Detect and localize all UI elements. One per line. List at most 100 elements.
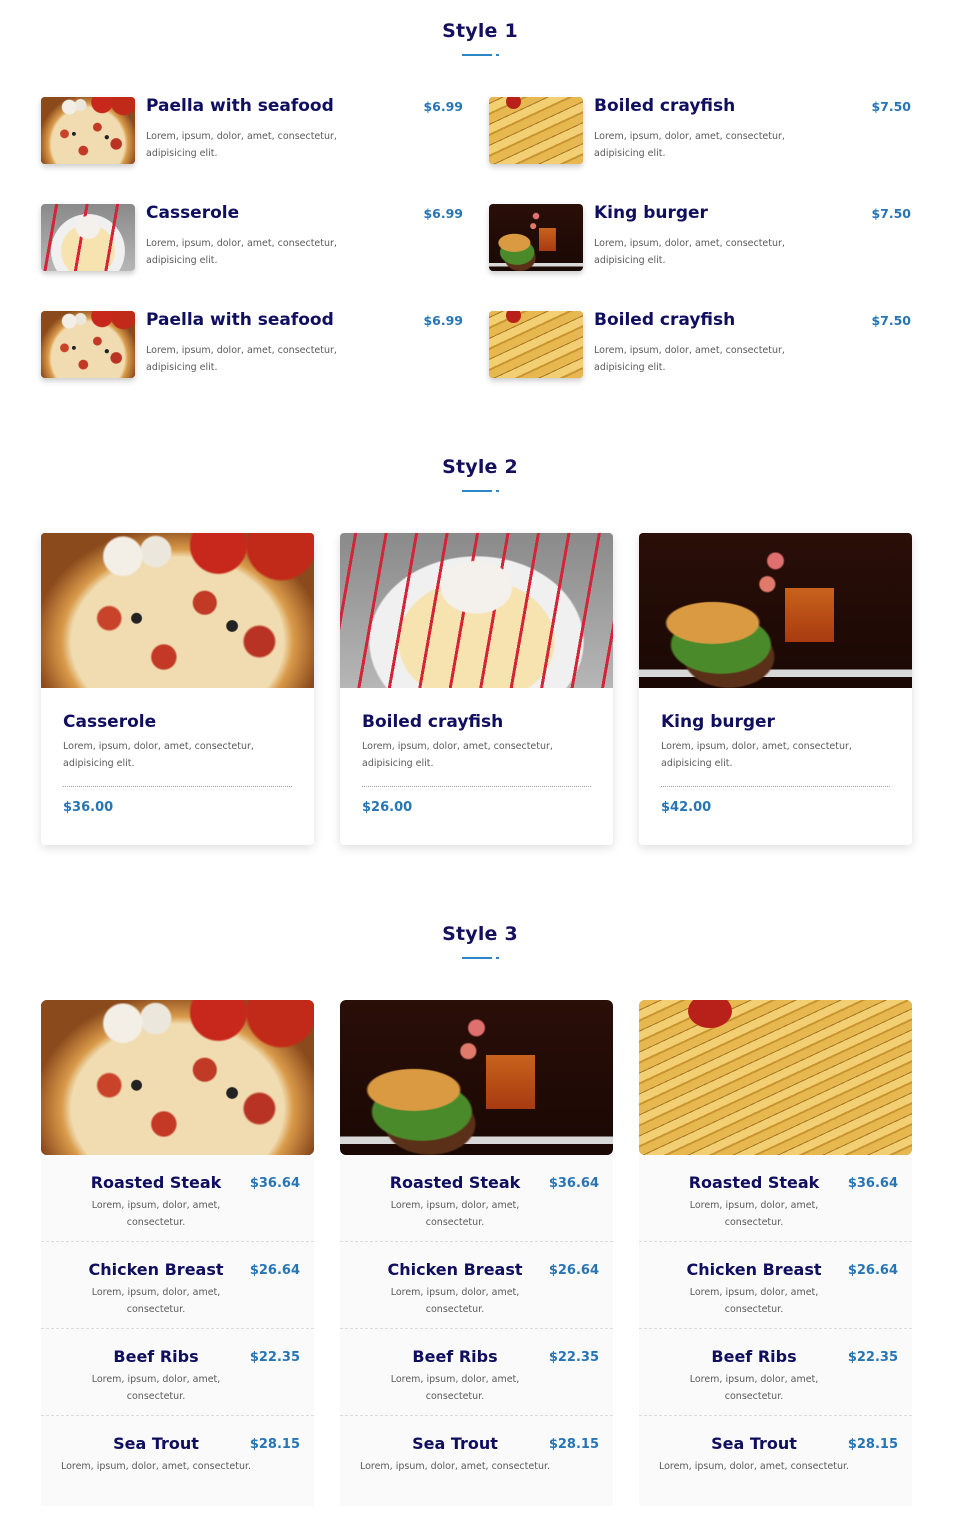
fries-illustration — [639, 1000, 912, 1155]
menu-column: Roasted Steak $36.64 Lorem, ipsum, dolor, … — [340, 1000, 613, 1506]
food-image — [340, 1000, 613, 1155]
style-2-card-list: Casserole Lorem, ipsum, dolor, amet, cons… — [41, 533, 912, 845]
item-name: Sea Trout — [113, 1434, 199, 1453]
menu-item[interactable]: Sea Trout $28.15 Lorem, ipsum, dolor, amet… — [340, 1416, 613, 1503]
item-price: $36.64 — [847, 1176, 898, 1191]
item-price: $22.35 — [847, 1350, 898, 1365]
menu-item[interactable]: Chicken Breast $26.64 Lorem, ipsum, dolor,… — [639, 1242, 912, 1329]
menu-item[interactable]: Boiled crayfish $7.50 Lorem, ipsum, dolor,… — [489, 311, 911, 378]
food-image — [489, 311, 583, 378]
item-description: Lorem, ipsum, dolor, amet, consectetur. — [390, 1200, 520, 1228]
pizza-illustration — [41, 97, 135, 164]
item-description: Lorem, ipsum, dolor, amet, consectetur. — [689, 1374, 819, 1402]
item-description: Lorem, ipsum, dolor, amet, consectetur. — [658, 1461, 850, 1472]
menu-item[interactable]: Chicken Breast $26.64 Lorem, ipsum, dolor,… — [41, 1242, 314, 1329]
item-price: $28.15 — [847, 1437, 898, 1452]
item-price: $26.00 — [362, 800, 413, 815]
item-price: $6.99 — [423, 99, 463, 114]
item-description: Lorem, ipsum, dolor, amet, consectetur, … — [362, 741, 553, 769]
fries-illustration — [489, 311, 583, 378]
food-image — [41, 1000, 314, 1155]
menu-item[interactable]: Roasted Steak $36.64 Lorem, ipsum, dolor, … — [41, 1155, 314, 1242]
pizza-illustration — [41, 311, 135, 378]
item-name: Casserole — [63, 712, 157, 732]
item-price: $36.64 — [249, 1176, 300, 1191]
item-name: Sea Trout — [711, 1434, 797, 1453]
pizza-illustration — [41, 1000, 314, 1155]
section-title: Style 2 — [442, 456, 518, 478]
item-name: Paella with seafood — [146, 310, 334, 330]
item-price: $26.64 — [847, 1263, 898, 1278]
menu-item[interactable]: King burger $7.50 Lorem, ipsum, dolor, ame… — [489, 204, 911, 271]
item-price: $36.00 — [63, 800, 114, 815]
item-description: Lorem, ipsum, dolor, amet, consectetur. — [689, 1200, 819, 1228]
style-1-menu-list: Paella with seafood $6.99 Lorem, ipsum, do… — [41, 97, 911, 378]
food-image — [639, 533, 912, 688]
item-price: $22.35 — [249, 1350, 300, 1365]
menu-column: Roasted Steak $36.64 Lorem, ipsum, dolor, … — [41, 1000, 314, 1506]
menu-item[interactable]: Beef Ribs $22.35 Lorem, ipsum, dolor, amet… — [340, 1329, 613, 1416]
style-3-section: Style 3 Roasted Steak $36.64 Lorem, ipsum,… — [0, 923, 960, 1506]
menu-item[interactable]: Paella with seafood $6.99 Lorem, ipsum, do… — [41, 311, 463, 378]
menu-item[interactable]: Boiled crayfish $7.50 Lorem, ipsum, dolor,… — [489, 97, 911, 164]
section-title: Style 3 — [442, 923, 518, 945]
section-title: Style 1 — [442, 20, 518, 42]
item-description: Lorem, ipsum, dolor, amet, consectetur. — [390, 1287, 520, 1315]
item-price: $7.50 — [871, 313, 911, 328]
menu-item[interactable]: Beef Ribs $22.35 Lorem, ipsum, dolor, amet… — [41, 1329, 314, 1416]
item-description: Lorem, ipsum, dolor, amet, consectetur, … — [594, 131, 785, 159]
menu-item-list: Roasted Steak $36.64 Lorem, ipsum, dolor, … — [639, 1155, 912, 1506]
menu-item[interactable]: Paella with seafood $6.99 Lorem, ipsum, do… — [41, 97, 463, 164]
fries-illustration — [489, 97, 583, 164]
food-image — [41, 533, 314, 688]
burger-illustration — [489, 204, 583, 271]
menu-item[interactable]: Sea Trout $28.15 Lorem, ipsum, dolor, amet… — [639, 1416, 912, 1503]
item-price: $42.00 — [661, 800, 712, 815]
menu-card[interactable]: Casserole Lorem, ipsum, dolor, amet, cons… — [41, 533, 314, 845]
item-price: $36.64 — [548, 1176, 599, 1191]
item-description: Lorem, ipsum, dolor, amet, consectetur. — [359, 1461, 551, 1472]
item-name: King burger — [594, 203, 708, 223]
menu-item[interactable]: Chicken Breast $26.64 Lorem, ipsum, dolor,… — [340, 1242, 613, 1329]
menu-item[interactable]: Sea Trout $28.15 Lorem, ipsum, dolor, amet… — [41, 1416, 314, 1503]
menu-item[interactable]: Casserole $6.99 Lorem, ipsum, dolor, amet,… — [41, 204, 463, 271]
menu-item-list: Roasted Steak $36.64 Lorem, ipsum, dolor, … — [340, 1155, 613, 1506]
dessert-illustration — [340, 533, 613, 688]
item-name: Roasted Steak — [688, 1173, 820, 1192]
style-3-column-list: Roasted Steak $36.64 Lorem, ipsum, dolor, … — [41, 1000, 912, 1506]
burger-illustration — [639, 533, 912, 688]
item-price: $6.99 — [423, 313, 463, 328]
title-underline — [0, 957, 960, 959]
item-price: $28.15 — [548, 1437, 599, 1452]
food-image — [639, 1000, 912, 1155]
menu-item[interactable]: Roasted Steak $36.64 Lorem, ipsum, dolor, … — [639, 1155, 912, 1242]
item-price: $22.35 — [548, 1350, 599, 1365]
item-description: Lorem, ipsum, dolor, amet, consectetur. — [689, 1287, 819, 1315]
item-name: Roasted Steak — [90, 1173, 222, 1192]
item-name: King burger — [661, 712, 775, 732]
menu-page: Style 1 Paella with seafood $6.99 Lorem, i… — [0, 0, 960, 1533]
food-image — [41, 311, 135, 378]
burger-illustration — [340, 1000, 613, 1155]
item-description: Lorem, ipsum, dolor, amet, consectetur, … — [594, 238, 785, 266]
item-name: Chicken Breast — [88, 1260, 224, 1279]
item-name: Boiled crayfish — [362, 712, 504, 732]
menu-column: Roasted Steak $36.64 Lorem, ipsum, dolor, … — [639, 1000, 912, 1506]
item-description: Lorem, ipsum, dolor, amet, consectetur, … — [594, 345, 785, 373]
item-name: Boiled crayfish — [594, 310, 736, 330]
item-description: Lorem, ipsum, dolor, amet, consectetur, … — [661, 741, 852, 769]
menu-card[interactable]: King burger Lorem, ipsum, dolor, amet, co… — [639, 533, 912, 845]
item-description: Lorem, ipsum, dolor, amet, consectetur. — [390, 1374, 520, 1402]
food-image — [41, 97, 135, 164]
menu-item[interactable]: Roasted Steak $36.64 Lorem, ipsum, dolor, … — [340, 1155, 613, 1242]
menu-card[interactable]: Boiled crayfish Lorem, ipsum, dolor, amet… — [340, 533, 613, 845]
food-image — [489, 97, 583, 164]
food-image — [41, 204, 135, 271]
item-price: $7.50 — [871, 206, 911, 221]
food-image — [340, 533, 613, 688]
item-description: Lorem, ipsum, dolor, amet, consectetur. — [91, 1287, 221, 1315]
menu-item[interactable]: Beef Ribs $22.35 Lorem, ipsum, dolor, amet… — [639, 1329, 912, 1416]
item-description: Lorem, ipsum, dolor, amet, consectetur, … — [63, 741, 254, 769]
item-name: Boiled crayfish — [594, 96, 736, 116]
item-name: Roasted Steak — [389, 1173, 521, 1192]
